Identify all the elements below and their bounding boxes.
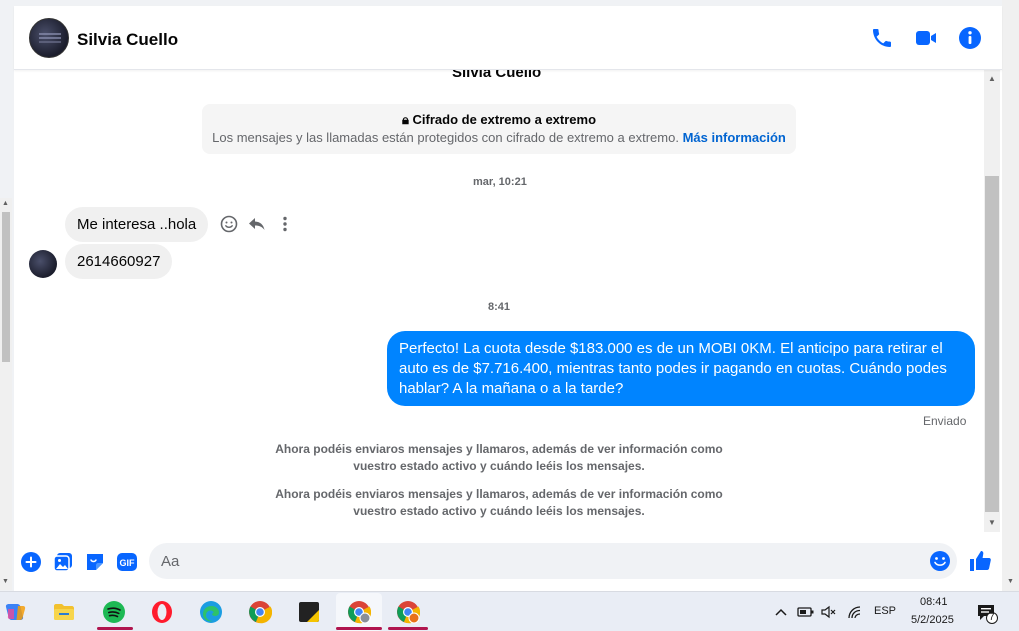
sent-status: Enviado [923,414,967,428]
active-app-indicator [388,627,428,630]
gif-icon[interactable]: GIF [116,551,138,573]
emoji-react-icon[interactable] [219,214,239,234]
browser-viewport: ▲ ▼ ▼ Silvia Cuello Silvia Cuello 🔒︎ Cif… [0,0,1019,591]
contact-avatar[interactable] [29,18,69,58]
battery-icon[interactable] [797,604,815,620]
chrome-profile-icon[interactable] [347,600,371,624]
outgoing-message[interactable]: Perfecto! La cuota desde $183.000 es de … [387,331,975,406]
file-explorer-icon[interactable] [52,600,76,624]
connection-notice: Ahora podéis enviaros mensajes y llamaro… [275,487,723,518]
scroll-up-arrow-icon[interactable]: ▲ [2,200,9,207]
more-options-icon[interactable] [275,214,295,234]
notification-count: 7 [989,612,995,623]
opera-icon[interactable] [150,600,174,624]
incoming-message[interactable]: Me interesa ..hola [65,207,209,242]
contact-avatar-small[interactable] [29,250,57,278]
info-icon[interactable] [958,26,982,50]
active-app-indicator [336,627,382,630]
message-list: Silvia Cuello 🔒︎ Cifrado de extremo a ex… [14,70,984,540]
clock-time[interactable]: 08:41 [920,596,948,608]
scroll-down-arrow-icon[interactable]: ▼ [2,578,9,585]
scroll-down-arrow-icon[interactable]: ▼ [988,518,996,527]
like-icon[interactable] [968,549,992,573]
chat-panel: Silvia Cuello Silvia Cuello 🔒︎ Cifrado d… [14,6,1002,591]
scroll-up-arrow-icon[interactable]: ▲ [988,74,996,83]
plus-icon[interactable] [20,551,42,573]
wifi-icon[interactable] [846,604,864,620]
contact-name[interactable]: Silvia Cuello [77,30,178,50]
speaker-muted-icon[interactable] [820,604,838,620]
encryption-description: Los mensajes y las llamadas están proteg… [212,130,679,145]
message-input[interactable] [161,543,921,579]
message-timestamp: 8:41 [488,301,511,313]
emoji-icon[interactable] [929,550,951,572]
page-scrollbar[interactable]: ▲ ▼ [0,198,12,590]
chat-header: Silvia Cuello [14,6,1002,70]
video-camera-icon[interactable] [914,26,938,50]
chrome-profile-icon-2[interactable] [396,600,420,624]
sticky-notes-icon[interactable] [297,600,321,624]
sticker-icon[interactable] [84,551,106,573]
incoming-message[interactable]: 2614660927 [65,244,173,279]
page-scrollbar-thumb[interactable] [2,212,10,362]
lock-icon: 🔒︎ [401,112,409,127]
spotify-icon[interactable] [102,600,126,624]
clock-date[interactable]: 5/2/2025 [911,614,954,626]
language-indicator[interactable]: ESP [874,605,896,617]
chevron-up-icon[interactable] [774,605,788,619]
message-timestamp: mar, 10:21 [473,176,527,188]
edge-icon[interactable] [199,600,223,624]
thread-contact-name: Silvia Cuello [452,70,542,81]
reply-icon[interactable] [247,214,267,234]
gallery-icon[interactable] [52,551,74,573]
encryption-title: Cifrado de extremo a extremo [412,112,597,127]
scroll-down-arrow-icon[interactable]: ▼ [1007,578,1014,585]
connection-notice: Ahora podéis enviaros mensajes y llamaro… [275,442,723,473]
svg-text:GIF: GIF [120,558,136,568]
message-scrollbar[interactable]: ▲ ▼ [984,70,1000,532]
chrome-icon[interactable] [248,600,272,624]
message-scrollbar-thumb[interactable] [985,176,999,512]
taskbar: ESP 08:41 5/2/2025 7 [0,591,1019,631]
phone-icon[interactable] [870,26,894,50]
window-scrollbar[interactable]: ▼ [1002,0,1019,591]
encryption-notice: 🔒︎ Cifrado de extremo a extremo Los mens… [202,104,796,154]
message-composer: GIF [14,540,1002,591]
more-info-link[interactable]: Más información [683,130,786,145]
message-input-container [149,543,957,579]
copilot-icon[interactable] [4,600,28,624]
active-app-indicator [97,627,133,630]
